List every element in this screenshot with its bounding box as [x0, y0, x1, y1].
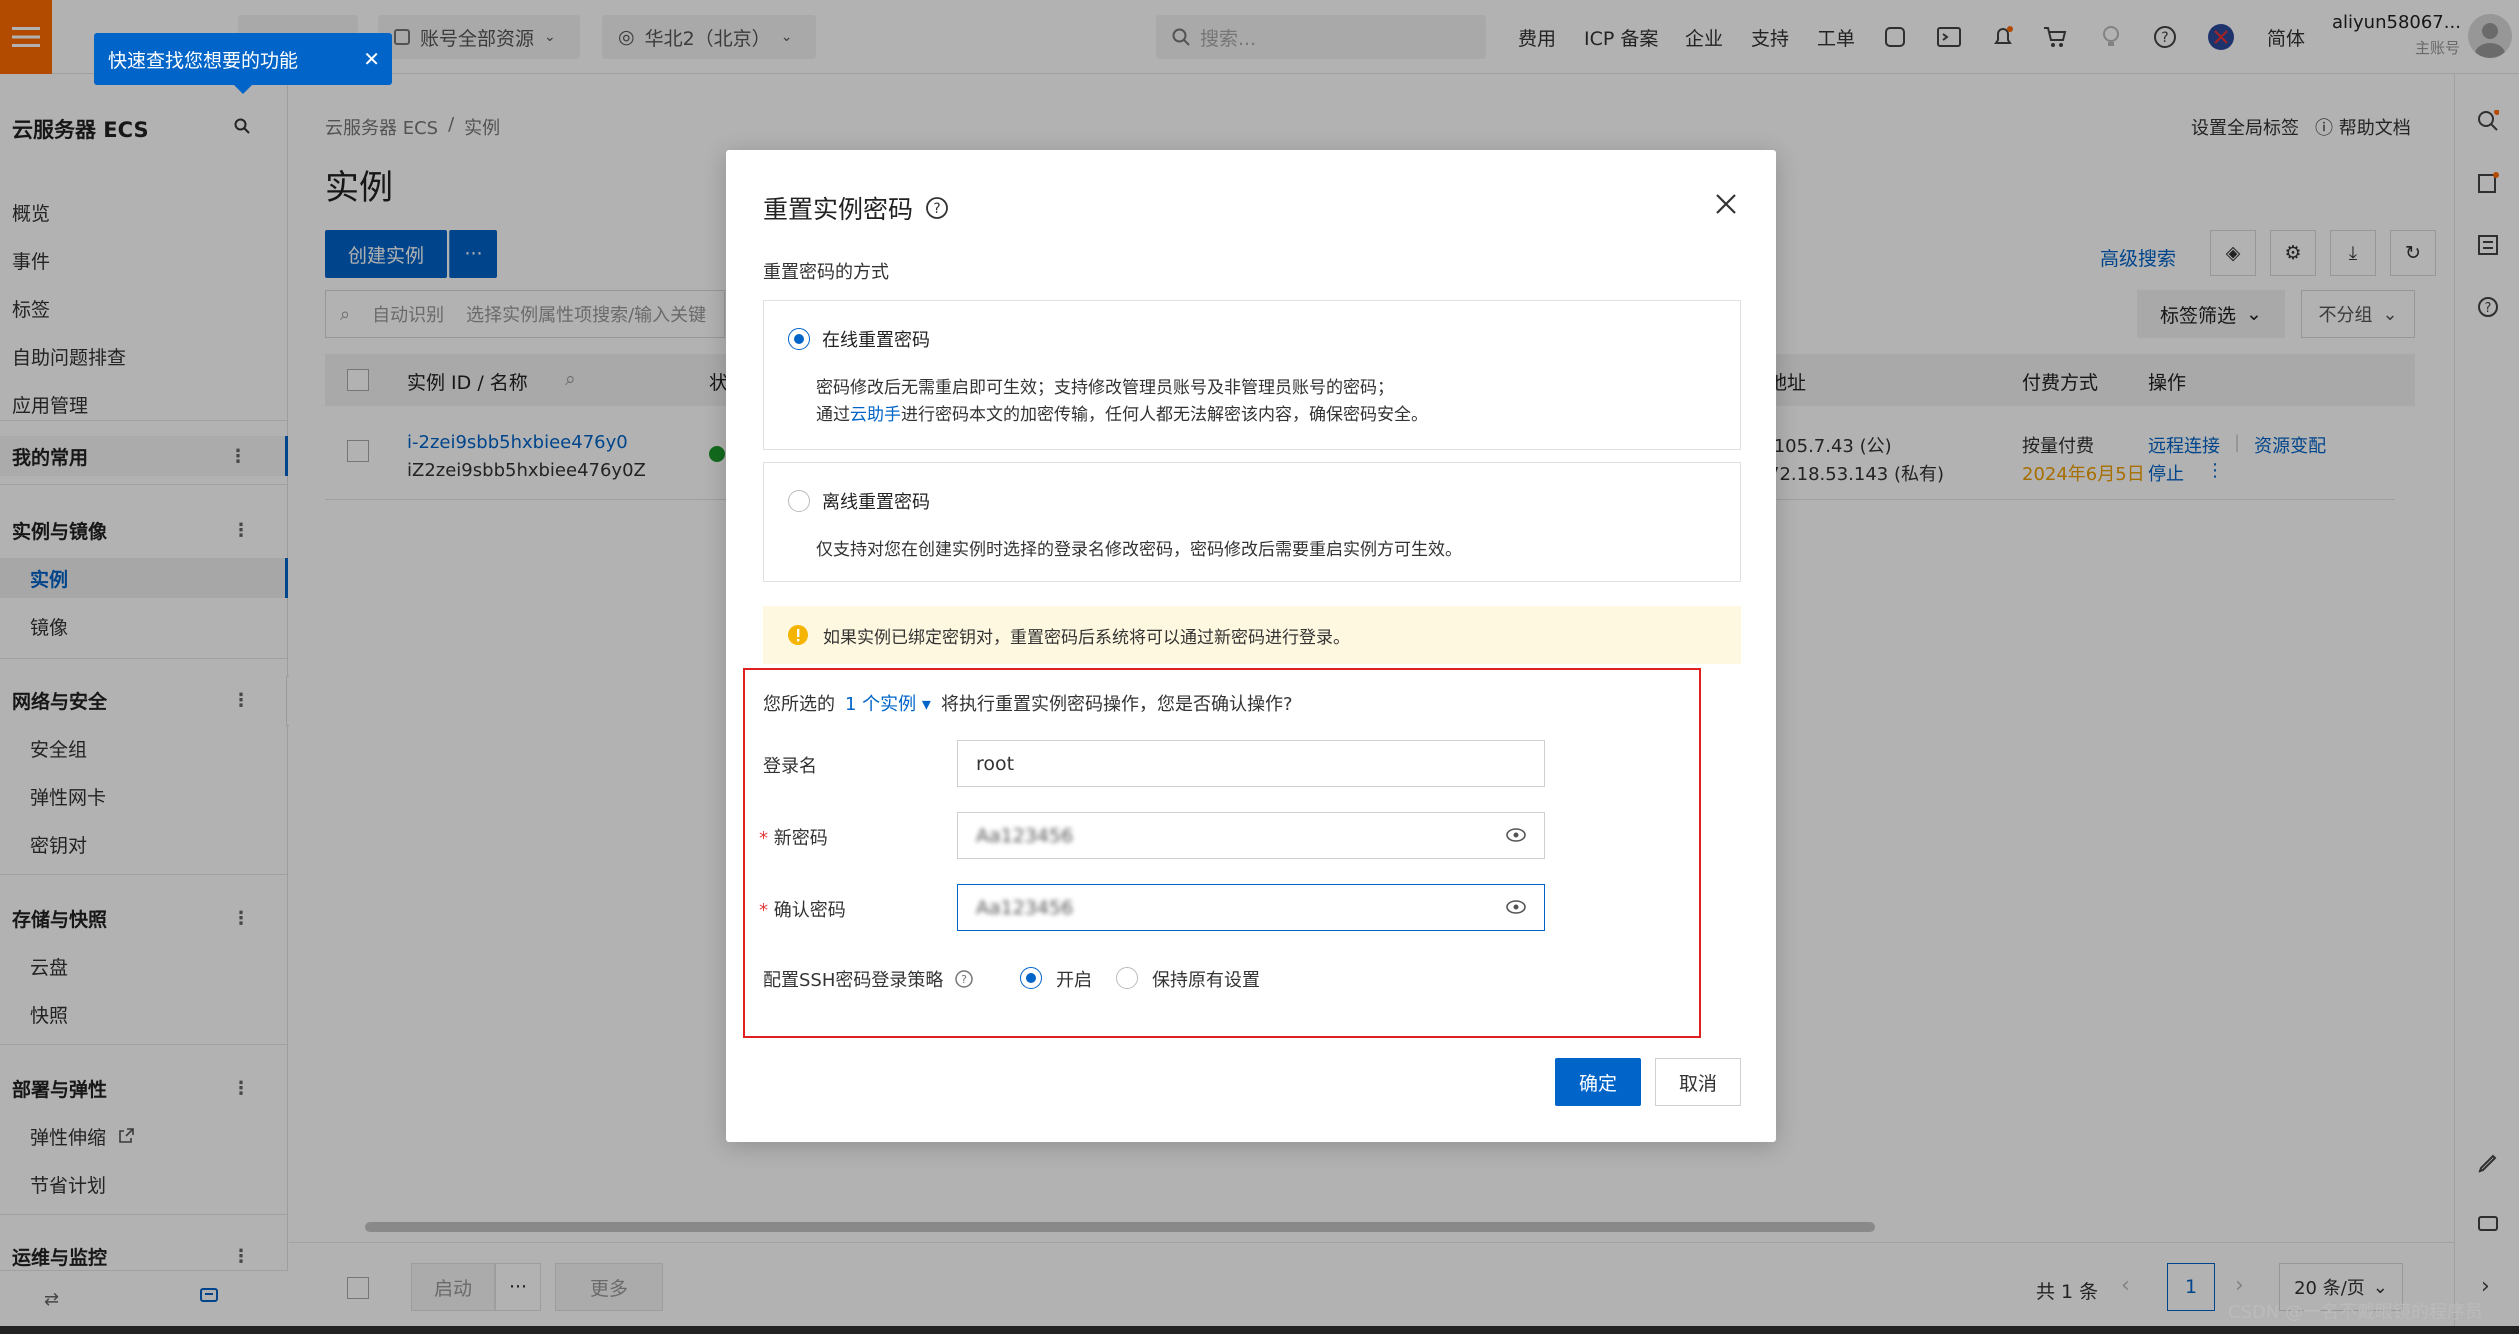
login-name-value: root	[976, 752, 1015, 775]
desc-text: 进行密码本文的加密传输，任何人都无法解密该内容，确保密码安全。	[901, 405, 1428, 425]
selected-count: 1 个实例	[845, 694, 917, 715]
online-reset-desc-2: 通过云助手进行密码本文的加密传输，任何人都无法解密该内容，确保密码安全。	[816, 400, 1428, 425]
eye-icon[interactable]	[1506, 827, 1526, 843]
selected-instances-dropdown[interactable]: 1 个实例 ▾	[845, 690, 931, 716]
login-name-label: 登录名	[763, 756, 817, 777]
ssh-keep-label: 保持原有设置	[1152, 970, 1260, 991]
window-bottom-edge	[0, 1326, 2519, 1334]
help-icon[interactable]: ?	[925, 196, 949, 220]
login-name-input[interactable]: root	[957, 740, 1545, 787]
cancel-button[interactable]: 取消	[1655, 1058, 1741, 1106]
close-icon[interactable]	[1714, 192, 1738, 216]
confirm-text: 您所选的	[763, 694, 835, 715]
desc-text: 通过	[816, 405, 850, 425]
ssh-enable-radio[interactable]	[1020, 967, 1042, 989]
confirm-password-value: Aa123456	[976, 896, 1074, 919]
eye-icon[interactable]	[1506, 899, 1526, 915]
online-reset-option[interactable]: 在线重置密码 密码修改后无需重启即可生效；支持修改管理员账号及非管理员账号的密码…	[763, 300, 1741, 450]
online-reset-label: 在线重置密码	[822, 330, 930, 351]
label-text: 新密码	[773, 828, 828, 849]
ssh-keep-radio[interactable]	[1116, 967, 1138, 989]
quick-find-tooltip: 快速查找您想要的功能 ✕	[94, 33, 392, 94]
reset-password-dialog: 重置实例密码 ? 重置密码的方式 在线重置密码 密码修改后无需重启即可生效；支持…	[726, 150, 1776, 1142]
confirm-sentence: 您所选的 1 个实例 ▾ 将执行重置实例密码操作，您是否确认操作?	[763, 690, 1293, 716]
dialog-title-text: 重置实例密码	[763, 195, 914, 224]
ssh-enable-label: 开启	[1056, 970, 1092, 991]
notice-text: 如果实例已绑定密钥对，重置密码后系统将可以通过新密码进行登录。	[823, 627, 1350, 648]
label-text: 配置SSH密码登录策略	[763, 970, 944, 991]
ssh-keep-option[interactable]: 保持原有设置	[1116, 964, 1316, 994]
online-reset-desc-1: 密码修改后无需重启即可生效；支持修改管理员账号及非管理员账号的密码；	[816, 378, 1394, 398]
label-text: 确认密码	[773, 900, 846, 921]
new-password-input[interactable]: Aa123456	[957, 812, 1545, 859]
svg-text:?: ?	[961, 973, 967, 986]
offline-reset-option[interactable]: 离线重置密码 仅支持对您在创建实例时选择的登录名修改密码，密码修改后需要重启实例…	[763, 462, 1741, 582]
help-icon[interactable]: ?	[955, 970, 974, 988]
new-password-value: Aa123456	[976, 824, 1074, 847]
svg-text:?: ?	[933, 201, 940, 217]
ssh-policy-label: 配置SSH密码登录策略 ?	[763, 966, 974, 992]
close-icon[interactable]: ✕	[363, 47, 380, 71]
confirm-password-label: * 确认密码	[759, 900, 846, 921]
keypair-notice: 如果实例已绑定密钥对，重置密码后系统将可以通过新密码进行登录。	[763, 606, 1741, 664]
warning-icon	[787, 624, 809, 646]
watermark: CSDN @一名不戴眼镜的程序员	[2228, 1302, 2484, 1323]
dialog-title: 重置实例密码 ?	[763, 190, 949, 226]
new-password-label: * 新密码	[759, 828, 828, 849]
confirm-text: 将执行重置实例密码操作，您是否确认操作?	[940, 694, 1293, 715]
tooltip-text: 快速查找您想要的功能	[108, 49, 299, 72]
cloud-assistant-link[interactable]: 云助手	[850, 405, 901, 425]
offline-reset-desc: 仅支持对您在创建实例时选择的登录名修改密码，密码修改后需要重启实例方可生效。	[816, 540, 1462, 560]
offline-reset-label: 离线重置密码	[822, 492, 930, 513]
online-reset-radio[interactable]	[788, 328, 810, 350]
method-label: 重置密码的方式	[763, 262, 889, 283]
confirm-password-input[interactable]: Aa123456	[957, 884, 1545, 931]
confirm-button[interactable]: 确定	[1555, 1058, 1641, 1106]
offline-reset-radio[interactable]	[788, 490, 810, 512]
